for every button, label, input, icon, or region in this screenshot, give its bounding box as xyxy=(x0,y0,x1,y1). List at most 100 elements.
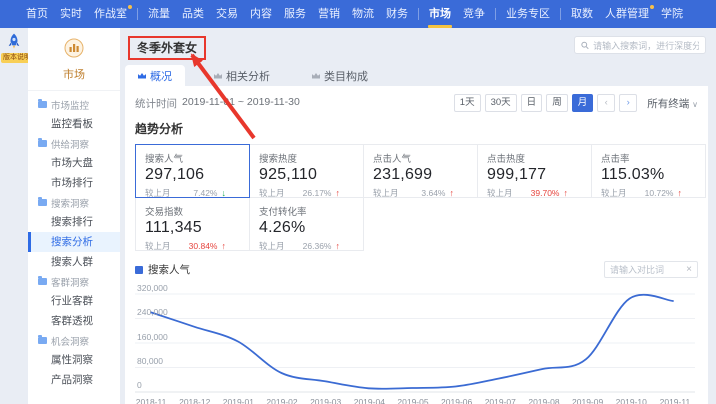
x-axis-tick: 2019-07 xyxy=(485,397,516,404)
nav-item-home[interactable]: 首页 xyxy=(20,0,54,28)
main-header-row: 冬季外套女 请输入搜索词，进行深度分析 xyxy=(125,36,708,62)
metric-label: 点击率 xyxy=(601,151,696,165)
keyword-search-input[interactable]: 请输入搜索词，进行深度分析 xyxy=(574,36,706,54)
sidebar-item-market-rank[interactable]: 市场排行 xyxy=(28,173,120,193)
trend-chart: 320,000 240,000 160,000 80,000 0 xyxy=(135,282,697,394)
folder-icon xyxy=(38,140,47,147)
compare-label: 较上月 xyxy=(373,187,399,199)
nav-item-war-room[interactable]: 作战室 xyxy=(88,0,133,28)
left-rail: 版本说明 xyxy=(0,28,28,404)
nav-divider xyxy=(137,8,138,20)
metric-card-click-popularity[interactable]: 点击人气 231,699 较上月3.64%↑ xyxy=(363,144,478,198)
app-screen: 首页 实时 作战室 流量 品类 交易 内容 服务 营销 物流 财务 市场 竞争 … xyxy=(0,0,716,404)
nav-item-finance[interactable]: 财务 xyxy=(380,0,414,28)
compare-label: 较上月 xyxy=(487,187,513,199)
metric-card-search-popularity[interactable]: 搜索人气 297,106 较上月7.42%↓ xyxy=(135,144,250,198)
sidebar-item-customer-perspective[interactable]: 客群透视 xyxy=(28,311,120,331)
metric-label: 交易指数 xyxy=(145,204,240,218)
compare-label: 较上月 xyxy=(259,240,285,252)
crown-icon xyxy=(312,73,320,79)
sidebar-menu: 市场监控 监控看板 供给洞察 市场大盘 市场排行 搜索洞察 搜索排行 搜索分析 … xyxy=(28,91,120,390)
sidebar-item-search-analysis[interactable]: 搜索分析 xyxy=(28,232,120,252)
sidebar-section-opportunity-insight: 机会洞察 xyxy=(28,331,120,350)
tab-category-composition[interactable]: 类目构成 xyxy=(299,65,381,86)
stat-time: 统计时间 2019-11-01 ~ 2019-11-30 xyxy=(135,96,300,111)
metric-card-click-rate[interactable]: 点击率 115.03% 较上月10.72%↑ xyxy=(591,144,706,198)
sidebar-section-customer-insight: 客群洞察 xyxy=(28,272,120,291)
range-button-30day[interactable]: 30天 xyxy=(485,94,517,112)
range-button-month[interactable]: 月 xyxy=(572,94,594,112)
rocket-icon[interactable] xyxy=(4,32,24,52)
range-button-1day[interactable]: 1天 xyxy=(454,94,481,112)
nav-item-category[interactable]: 品类 xyxy=(176,0,210,28)
sidebar-item-search-crowd[interactable]: 搜索人群 xyxy=(28,252,120,272)
tab-related-analysis[interactable]: 相关分析 xyxy=(201,65,283,86)
nav-item-market[interactable]: 市场 xyxy=(423,0,457,28)
nav-item-business-zone[interactable]: 业务专区 xyxy=(500,0,556,28)
x-axis-tick: 2018-12 xyxy=(179,397,210,404)
metric-card-search-heat[interactable]: 搜索热度 925,110 较上月26.17%↑ xyxy=(249,144,364,198)
nav-item-data-fetch[interactable]: 取数 xyxy=(565,0,599,28)
line-chart-svg xyxy=(135,282,695,394)
y-axis-tick: 0 xyxy=(137,380,142,390)
sidebar-item-industry-customer[interactable]: 行业客群 xyxy=(28,291,120,311)
tab-overview[interactable]: 概况 xyxy=(125,65,185,86)
module-header: 市场 xyxy=(28,28,120,91)
change-percent: 30.84% xyxy=(189,241,218,251)
range-button-week[interactable]: 周 xyxy=(546,94,568,112)
x-axis-tick: 2019-04 xyxy=(354,397,385,404)
up-arrow-icon: ↑ xyxy=(450,188,455,198)
nav-item-marketing[interactable]: 营销 xyxy=(312,0,346,28)
compare-label: 较上月 xyxy=(601,187,627,199)
range-button-day[interactable]: 日 xyxy=(521,94,543,112)
y-axis-tick: 320,000 xyxy=(137,283,168,293)
x-axis-tick: 2019-03 xyxy=(310,397,341,404)
sidebar-item-product-insight[interactable]: 产品洞察 xyxy=(28,370,120,390)
folder-icon xyxy=(38,337,47,344)
metric-value: 231,699 xyxy=(373,166,468,184)
sidebar-item-market-overview[interactable]: 市场大盘 xyxy=(28,153,120,173)
y-axis-tick: 160,000 xyxy=(137,332,168,342)
legend-swatch xyxy=(135,266,143,274)
next-period-button[interactable]: › xyxy=(619,94,637,112)
metric-label: 搜索人气 xyxy=(145,151,240,165)
change-percent: 26.36% xyxy=(303,241,332,251)
sidebar-item-attribute-insight[interactable]: 属性洞察 xyxy=(28,350,120,370)
x-axis: 2018-11 2018-12 2019-01 2019-02 2019-03 … xyxy=(135,394,697,404)
metric-value: 297,106 xyxy=(145,166,240,184)
nav-item-realtime[interactable]: 实时 xyxy=(54,0,88,28)
nav-item-traffic[interactable]: 流量 xyxy=(142,0,176,28)
down-arrow-icon: ↓ xyxy=(222,188,227,198)
chart-legend[interactable]: 搜索人气 xyxy=(135,262,190,277)
metric-label: 搜索热度 xyxy=(259,151,354,165)
up-arrow-icon: ↑ xyxy=(678,188,683,198)
folder-icon xyxy=(38,101,47,108)
sidebar: 市场 市场监控 监控看板 供给洞察 市场大盘 市场排行 搜索洞察 搜索排行 搜索… xyxy=(28,28,120,404)
nav-item-content[interactable]: 内容 xyxy=(244,0,278,28)
nav-item-logistics[interactable]: 物流 xyxy=(346,0,380,28)
metric-value: 115.03% xyxy=(601,166,696,184)
metric-value: 925,110 xyxy=(259,166,354,184)
prev-period-button[interactable]: ‹ xyxy=(597,94,615,112)
nav-item-service[interactable]: 服务 xyxy=(278,0,312,28)
nav-item-crowd-management[interactable]: 人群管理 xyxy=(599,0,655,28)
metric-card-payment-conversion[interactable]: 支付转化率 4.26% 较上月26.36%↑ xyxy=(249,197,364,251)
nav-item-academy[interactable]: 学院 xyxy=(655,0,689,28)
close-icon[interactable]: × xyxy=(686,265,692,275)
sidebar-item-monitor-board[interactable]: 监控看板 xyxy=(28,114,120,134)
nav-item-competition[interactable]: 竞争 xyxy=(457,0,491,28)
analyzed-keyword: 冬季外套女 xyxy=(137,41,197,55)
change-percent: 7.42% xyxy=(193,188,217,198)
chevron-down-icon: ∨ xyxy=(692,100,698,109)
x-axis-tick: 2019-01 xyxy=(223,397,254,404)
sidebar-item-search-rank[interactable]: 搜索排行 xyxy=(28,212,120,232)
metric-label: 支付转化率 xyxy=(259,204,354,218)
metric-card-click-heat[interactable]: 点击热度 999,177 较上月39.70%↑ xyxy=(477,144,592,198)
compare-placeholder: 请输入对比词 xyxy=(610,263,686,276)
compare-word-input[interactable]: 请输入对比词 × xyxy=(604,261,698,278)
nav-item-trade[interactable]: 交易 xyxy=(210,0,244,28)
device-filter-dropdown[interactable]: 所有终端 ∨ xyxy=(647,96,698,111)
metric-card-trade-index[interactable]: 交易指数 111,345 较上月30.84%↑ xyxy=(135,197,250,251)
metric-label: 点击人气 xyxy=(373,151,468,165)
search-icon xyxy=(581,41,589,50)
